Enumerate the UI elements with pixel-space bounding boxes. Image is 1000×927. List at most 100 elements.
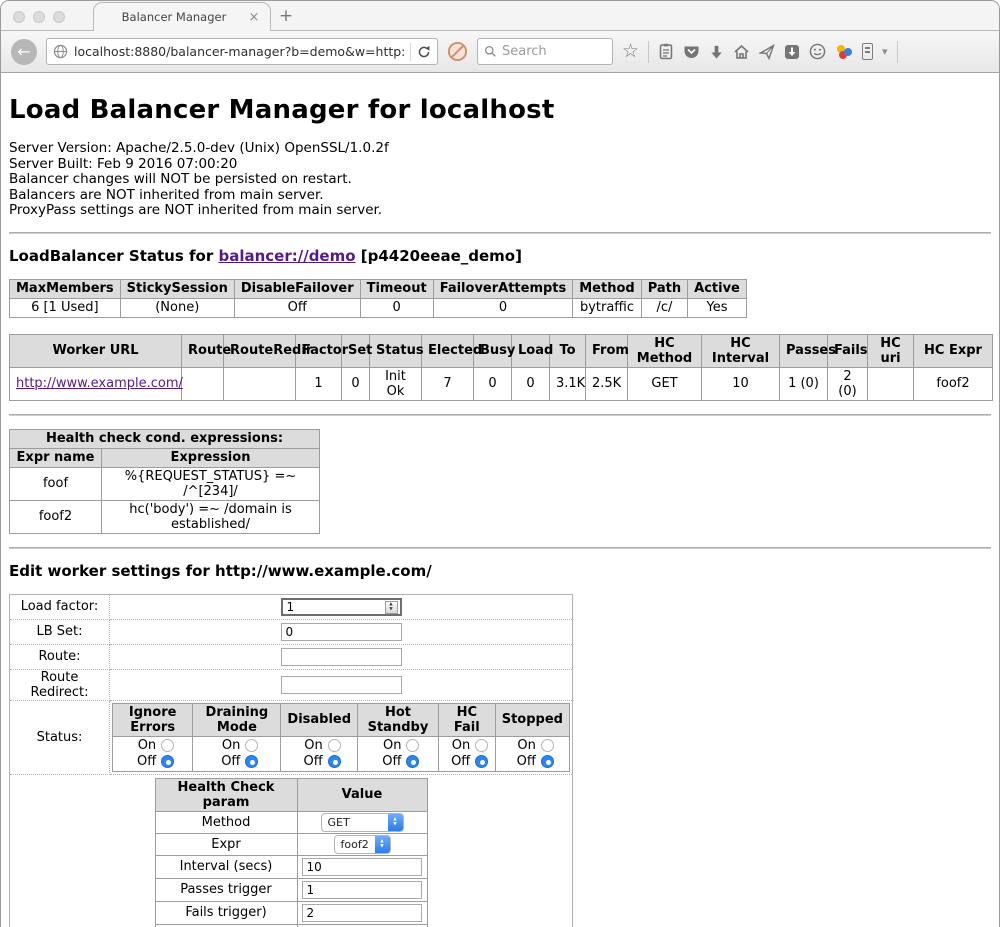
menu-icon[interactable]: [907, 45, 924, 58]
field-label: Route:: [10, 644, 110, 669]
select-stepper-icon: ▲▼: [388, 813, 403, 832]
radio-ignore-errors-on[interactable]: [161, 739, 174, 752]
col-header: Passes: [780, 334, 828, 367]
cell: 0: [342, 367, 370, 400]
browser-window: Balancer Manager × + ← localhost:8880/ba…: [0, 0, 1000, 927]
radio-stopped-off[interactable]: [541, 755, 554, 768]
worker-url-link[interactable]: http://www.example.com/: [16, 376, 183, 391]
adblock-icon[interactable]: [447, 41, 468, 62]
col-header: StickySession: [120, 279, 234, 298]
pocket-icon[interactable]: [683, 44, 700, 60]
load-factor-input[interactable]: [281, 598, 402, 616]
route-input[interactable]: [281, 648, 402, 666]
toolbar-divider: [648, 41, 649, 63]
method-select[interactable]: GET ▲▼: [321, 813, 404, 832]
close-window-button[interactable]: [13, 11, 25, 23]
radio-hc-fail-on[interactable]: [475, 739, 488, 752]
feedback-smiley-icon[interactable]: [809, 43, 826, 60]
col-header: Draining Mode: [193, 703, 281, 736]
dropdown-caret-icon[interactable]: ▾: [882, 46, 888, 57]
radio-draining-mode-off[interactable]: [245, 755, 258, 768]
download-icon[interactable]: [709, 44, 724, 60]
form-row-route: Route:: [10, 644, 573, 669]
worker-row: http://www.example.com/ 1 0 Init Ok 7 0 …: [10, 367, 993, 400]
divider: [9, 232, 991, 234]
col-header: Status: [370, 334, 422, 367]
device-battery-icon[interactable]: [862, 43, 873, 60]
radio-disabled-off[interactable]: [328, 755, 341, 768]
window-controls: [13, 11, 65, 23]
table-row: 6 [1 Used] (None) Off 0 0 bytraffic /c/ …: [10, 298, 747, 317]
zoom-window-button[interactable]: [53, 11, 65, 23]
expr-select[interactable]: foof2 ▲▼: [334, 835, 391, 854]
notice-line: Balancers are NOT inherited from main se…: [9, 188, 991, 204]
balancer-demo-link[interactable]: balancer://demo: [218, 247, 355, 265]
cell: 3.1K: [550, 367, 586, 400]
cell: 1: [296, 367, 342, 400]
url-input[interactable]: localhost:8880/balancer-manager?b=demo&w…: [74, 44, 404, 59]
hc-row-expr: Expr foof2 ▲▼: [155, 833, 427, 855]
save-page-icon[interactable]: [784, 44, 800, 60]
col-header: Worker URL: [10, 334, 182, 367]
cell: 10: [702, 367, 780, 400]
bookmark-star-icon[interactable]: ☆: [622, 42, 639, 61]
server-info: Server Version: Apache/2.5.0-dev (Unix) …: [9, 141, 991, 219]
col-header: Busy: [474, 334, 512, 367]
clipboard-icon[interactable]: [658, 43, 674, 60]
cell: bytraffic: [573, 298, 641, 317]
tab-grid-icon[interactable]: [933, 44, 948, 59]
radio-hot-standby-off[interactable]: [406, 755, 419, 768]
col-header: Expr name: [10, 448, 102, 467]
reload-icon[interactable]: [417, 45, 431, 59]
divider: [9, 547, 991, 549]
interval-input[interactable]: [302, 858, 422, 876]
tab-balancer-manager[interactable]: Balancer Manager ×: [93, 2, 271, 31]
cell: 0: [512, 367, 550, 400]
status-header-row: Ignore Errors Draining Mode Disabled Hot…: [113, 703, 570, 736]
table-title: Health check cond. expressions:: [10, 429, 320, 448]
status-table: Ignore Errors Draining Mode Disabled Hot…: [112, 703, 570, 772]
expr-value: hc('body') =~ /domain is established/: [102, 500, 320, 533]
col-header: From: [586, 334, 628, 367]
radio-hot-standby-on[interactable]: [406, 739, 419, 752]
search-box[interactable]: [477, 38, 613, 65]
radio-draining-mode-on[interactable]: [245, 739, 258, 752]
col-header: Fails: [828, 334, 868, 367]
cell: /c/: [641, 298, 687, 317]
param-label: Fails trigger): [155, 901, 297, 924]
home-icon[interactable]: [733, 44, 750, 60]
url-bar[interactable]: localhost:8880/balancer-manager?b=demo&w…: [46, 38, 438, 65]
back-button[interactable]: ←: [11, 39, 37, 65]
extension-dots-icon[interactable]: [835, 44, 853, 60]
radio-disabled-on[interactable]: [328, 739, 341, 752]
table-header-row: Expr name Expression: [10, 448, 320, 467]
expr-value: %{REQUEST_STATUS} =~ /^[234]/: [102, 467, 320, 500]
table-header-row: Worker URL Route RouteRedir Factor Set S…: [10, 334, 993, 367]
radio-ignore-errors-off[interactable]: [161, 755, 174, 768]
divider: [9, 414, 991, 416]
cell: 2.5K: [586, 367, 628, 400]
col-header: DisableFailover: [234, 279, 360, 298]
number-stepper-icon[interactable]: ▲▼: [385, 601, 398, 614]
col-header: Factor: [296, 334, 342, 367]
passes-input[interactable]: [302, 881, 422, 899]
new-tab-button[interactable]: +: [271, 2, 301, 30]
navigation-toolbar: ← localhost:8880/balancer-manager?b=demo…: [1, 31, 999, 73]
radio-hc-fail-off[interactable]: [475, 755, 488, 768]
search-icon: [484, 45, 497, 58]
route-redirect-input[interactable]: [281, 676, 402, 694]
heading-prefix: LoadBalancer Status for: [9, 247, 213, 265]
send-tab-icon[interactable]: [759, 44, 775, 60]
minimize-window-button[interactable]: [33, 11, 45, 23]
field-label: Load factor:: [10, 594, 110, 619]
param-label: Passes trigger: [155, 878, 297, 901]
radio-stopped-on[interactable]: [541, 739, 554, 752]
close-tab-icon[interactable]: ×: [246, 10, 262, 25]
notice-line: Balancer changes will NOT be persisted o…: [9, 172, 991, 188]
form-row-lb-set: LB Set:: [10, 619, 573, 644]
lb-set-input[interactable]: [281, 623, 402, 641]
table-title-row: Health check cond. expressions:: [10, 429, 320, 448]
search-input[interactable]: [502, 44, 602, 59]
fails-input[interactable]: [302, 904, 422, 922]
cell: 6 [1 Used]: [10, 298, 121, 317]
